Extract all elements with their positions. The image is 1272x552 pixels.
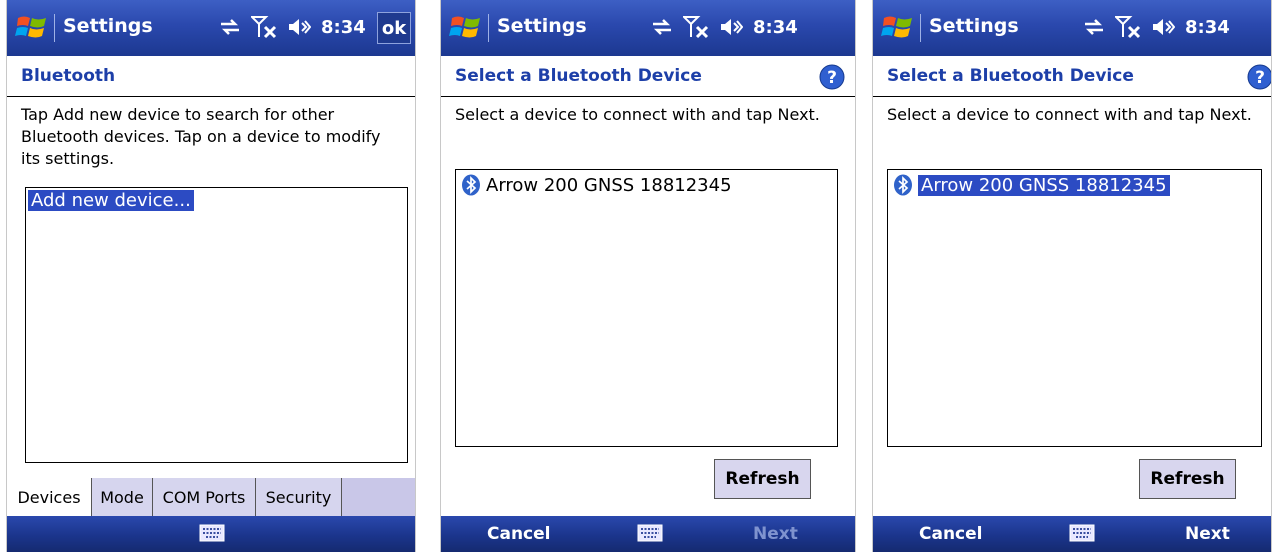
- menu-bar: Cancel Next: [873, 516, 1271, 552]
- menu-bar: [7, 516, 415, 552]
- clock[interactable]: 8:34: [321, 17, 366, 38]
- next-softkey[interactable]: Next: [1185, 524, 1230, 544]
- menu-bar: Cancel Next: [441, 516, 855, 552]
- cancel-softkey[interactable]: Cancel: [919, 524, 982, 544]
- page-title: Select a Bluetooth Device: [887, 66, 1134, 86]
- select-device-screen-selected: Settings 8:34 Select a Bluetooth Device …: [872, 0, 1272, 552]
- app-title: Settings: [63, 15, 153, 37]
- refresh-button[interactable]: Refresh: [1139, 459, 1236, 499]
- title-bar: Settings 8:34 ok: [7, 0, 415, 56]
- speaker-icon[interactable]: [1151, 16, 1175, 38]
- status-icons: 8:34: [651, 14, 798, 40]
- svg-text:?: ?: [827, 68, 837, 88]
- list-item[interactable]: Arrow 200 GNSS 18812345: [892, 174, 1170, 196]
- tab-com-ports[interactable]: COM Ports: [153, 478, 256, 516]
- next-softkey[interactable]: Next: [753, 524, 798, 544]
- bluetooth-icon: [894, 174, 912, 196]
- title-separator: [920, 14, 921, 42]
- help-icon[interactable]: ?: [1247, 64, 1272, 90]
- speaker-icon[interactable]: [287, 16, 311, 38]
- app-title: Settings: [497, 15, 587, 37]
- page-header: Select a Bluetooth Device ?: [873, 56, 1271, 97]
- bluetooth-devices-screen: Settings 8:34 ok Bluetooth Tap Add new d…: [6, 0, 416, 552]
- keyboard-icon[interactable]: [1069, 523, 1095, 543]
- title-separator: [488, 14, 489, 42]
- refresh-button[interactable]: Refresh: [714, 459, 811, 499]
- tab-devices[interactable]: Devices: [7, 478, 92, 516]
- svg-text:?: ?: [1255, 68, 1265, 88]
- tab-security[interactable]: Security: [256, 478, 342, 516]
- ok-button[interactable]: ok: [377, 12, 411, 44]
- keyboard-icon[interactable]: [199, 523, 225, 543]
- select-device-screen: Settings 8:34 Select a Bluetooth Device …: [440, 0, 856, 552]
- list-item[interactable]: Add new device...: [28, 190, 194, 211]
- device-list[interactable]: Arrow 200 GNSS 18812345: [887, 169, 1262, 447]
- windows-logo-icon[interactable]: [449, 12, 483, 42]
- windows-logo-icon[interactable]: [881, 12, 915, 42]
- cancel-softkey[interactable]: Cancel: [487, 524, 550, 544]
- status-icons: 8:34: [1083, 14, 1230, 40]
- instructions-text: Select a device to connect with and tap …: [887, 105, 1252, 124]
- tab-strip: Devices Mode COM Ports Security: [7, 478, 415, 516]
- page-header: Bluetooth: [7, 56, 415, 97]
- title-separator: [54, 14, 55, 42]
- no-signal-icon[interactable]: [683, 15, 709, 39]
- device-name[interactable]: Arrow 200 GNSS 18812345: [486, 175, 732, 196]
- add-new-device-item[interactable]: Add new device...: [28, 190, 194, 211]
- device-name-selected[interactable]: Arrow 200 GNSS 18812345: [918, 174, 1170, 196]
- title-bar: Settings 8:34: [873, 0, 1271, 56]
- app-title: Settings: [929, 15, 1019, 37]
- no-signal-icon[interactable]: [1115, 15, 1141, 39]
- bluetooth-icon: [462, 174, 480, 196]
- title-bar: Settings 8:34: [441, 0, 855, 56]
- windows-logo-icon[interactable]: [15, 12, 49, 42]
- keyboard-icon[interactable]: [637, 523, 663, 543]
- sync-arrows-icon[interactable]: [1083, 17, 1105, 37]
- no-signal-icon[interactable]: [251, 15, 277, 39]
- sync-arrows-icon[interactable]: [219, 17, 241, 37]
- help-icon[interactable]: ?: [819, 64, 845, 90]
- sync-arrows-icon[interactable]: [651, 17, 673, 37]
- device-list[interactable]: Arrow 200 GNSS 18812345: [455, 169, 838, 447]
- instructions-text: Tap Add new device to search for other B…: [21, 105, 381, 168]
- tab-mode[interactable]: Mode: [92, 478, 153, 516]
- instructions-text: Select a device to connect with and tap …: [455, 105, 820, 124]
- device-list[interactable]: Add new device...: [25, 187, 408, 463]
- page-header: Select a Bluetooth Device ?: [441, 56, 855, 97]
- clock[interactable]: 8:34: [753, 17, 798, 38]
- clock[interactable]: 8:34: [1185, 17, 1230, 38]
- list-item[interactable]: Arrow 200 GNSS 18812345: [460, 174, 732, 196]
- page-title: Bluetooth: [21, 66, 116, 86]
- speaker-icon[interactable]: [719, 16, 743, 38]
- status-icons: 8:34: [219, 14, 366, 40]
- page-title: Select a Bluetooth Device: [455, 66, 702, 86]
